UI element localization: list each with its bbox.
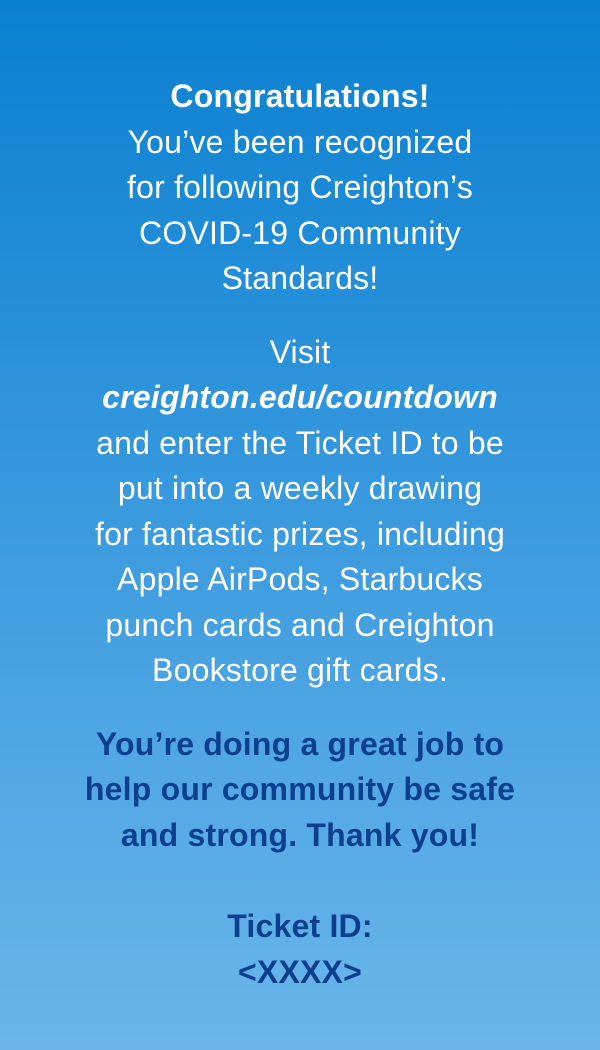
ticket-id-label: Ticket ID: [227,908,373,944]
ticket-id-value: <XXXX> [238,953,362,990]
intro-line: COVID-19 Community [139,214,461,251]
visit-line: Bookstore gift cards. [152,652,448,688]
thanks-block: You’re doing a great job to help our com… [0,722,600,859]
visit-line: and enter the Ticket ID to be [96,424,504,461]
visit-block: Visit creighton.edu/countdown and enter … [0,330,600,694]
thanks-line: help our community be safe [84,771,516,807]
congratulations-heading: Congratulations! [170,78,430,114]
visit-line: punch cards and Creighton [105,606,495,643]
visit-lead: Visit [269,333,331,370]
intro-line: for following Creighton’s [127,169,473,205]
ticket-card: Congratulations! You’ve been recognized … [0,0,600,1050]
ticket-id-block: Ticket ID: <XXXX> [0,904,600,995]
visit-line: for fantastic prizes, including [95,515,505,552]
intro-line: You’ve been recognized [127,123,473,160]
countdown-url: creighton.edu/countdown [102,379,498,415]
intro-block: Congratulations! You’ve been recognized … [0,74,600,302]
visit-line: put into a weekly drawing [117,470,483,506]
thanks-line: You’re doing a great job to [95,725,505,762]
thanks-line: and strong. Thank you! [120,816,480,853]
visit-line: Apple AirPods, Starbucks [117,561,483,597]
intro-line: Standards! [221,260,379,296]
